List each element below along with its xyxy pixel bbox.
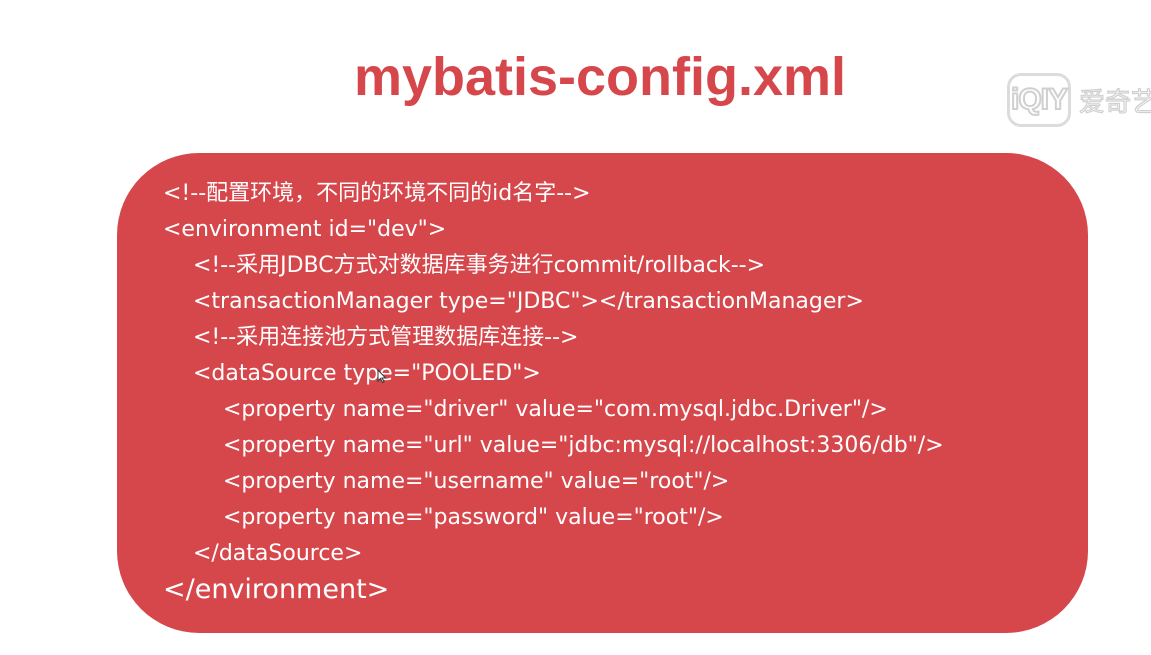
code-line-property-username: <property name="username" value="root"/> [223, 469, 730, 494]
code-line-property-driver: <property name="driver" value="com.mysql… [223, 397, 888, 422]
code-line-comment-pool: <!--采用连接池方式管理数据库连接--> [193, 325, 579, 350]
code-line-property-password: <property name="password" value="root"/> [223, 505, 724, 530]
code-line-transaction-manager: <transactionManager type="JDBC"></transa… [193, 289, 864, 314]
code-panel: <!--配置环境，不同的环境不同的id名字--> <environment id… [117, 153, 1088, 633]
iqiyi-watermark: iQIY 爱奇艺 [1007, 70, 1151, 130]
code-line-datasource-close: </dataSource> [193, 541, 363, 566]
slide-title: mybatis-config.xml [353, 47, 847, 107]
code-line-environment-open: <environment id="dev"> [163, 217, 447, 242]
code-line-comment-jdbc: <!--采用JDBC方式对数据库事务进行commit/rollback--> [193, 253, 766, 278]
code-line-datasource-open: <dataSource type="POOLED"> [193, 361, 541, 386]
iqiyi-logo-icon: iQIY [1007, 73, 1071, 127]
mouse-pointer-icon [377, 369, 387, 383]
code-line-property-url: <property name="url" value="jdbc:mysql:/… [223, 433, 944, 458]
iqiyi-brand-text: 爱奇艺 [1078, 87, 1151, 118]
code-line-comment-env: <!--配置环境，不同的环境不同的id名字--> [163, 181, 591, 206]
code-line-environment-close: </environment> [163, 574, 390, 605]
